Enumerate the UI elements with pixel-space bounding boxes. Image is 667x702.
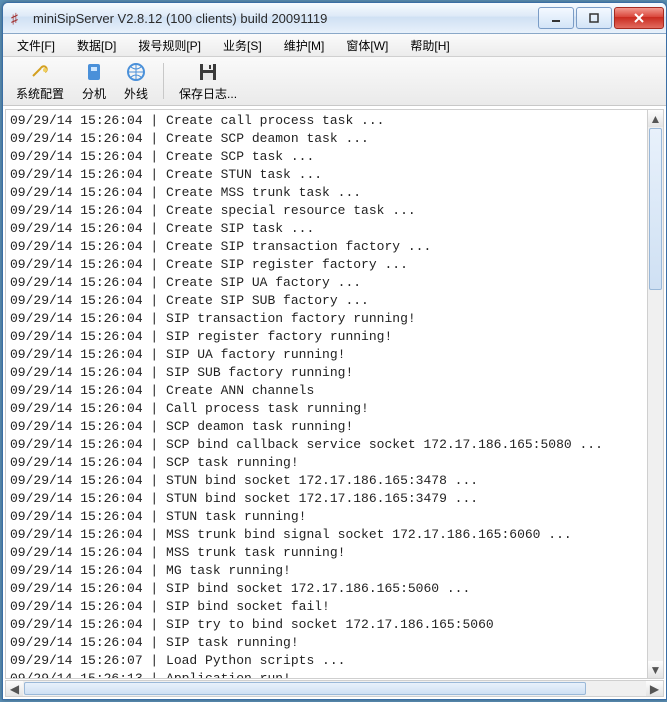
close-button[interactable] (614, 7, 664, 29)
scroll-right-icon[interactable]: ▶ (646, 681, 663, 696)
vscroll-thumb[interactable] (649, 128, 662, 290)
menu-file[interactable]: 文件[F] (7, 35, 65, 56)
phone-icon (84, 61, 104, 83)
app-icon: ♯ (11, 10, 27, 26)
menu-data[interactable]: 数据[D] (67, 35, 126, 56)
trunk-label: 外线 (124, 85, 148, 102)
vertical-scrollbar[interactable]: ▲ ▼ (647, 109, 664, 679)
save-log-button[interactable]: 保存日志... (170, 56, 246, 106)
globe-icon (126, 61, 146, 83)
menu-maintain[interactable]: 维护[M] (274, 35, 335, 56)
trunk-button[interactable]: 外线 (115, 56, 157, 106)
window-controls (538, 7, 664, 29)
log-text: 09/29/14 15:26:04 | Create call process … (6, 110, 663, 679)
log-area: 09/29/14 15:26:04 | Create call process … (3, 106, 666, 699)
hscroll-thumb[interactable] (24, 682, 586, 695)
toolbar-separator (163, 63, 164, 99)
scroll-up-icon[interactable]: ▲ (648, 110, 663, 127)
menu-window[interactable]: 窗体[W] (336, 35, 398, 56)
titlebar[interactable]: ♯ miniSipServer V2.8.12 (100 clients) bu… (3, 3, 666, 34)
extension-label: 分机 (82, 85, 106, 102)
scroll-left-icon[interactable]: ◀ (6, 681, 23, 696)
save-log-label: 保存日志... (179, 85, 237, 102)
extension-button[interactable]: 分机 (73, 56, 115, 106)
scroll-down-icon[interactable]: ▼ (648, 661, 663, 678)
menu-service[interactable]: 业务[S] (213, 35, 272, 56)
wrench-icon (29, 61, 51, 83)
menubar: 文件[F]数据[D]拨号规则[P]业务[S]维护[M]窗体[W]帮助[H] (3, 34, 666, 57)
sysconfig-button[interactable]: 系统配置 (7, 56, 73, 106)
floppy-icon (199, 61, 217, 83)
horizontal-scrollbar[interactable]: ◀ ▶ (5, 680, 664, 697)
maximize-button[interactable] (576, 7, 612, 29)
log-viewport[interactable]: 09/29/14 15:26:04 | Create call process … (5, 109, 664, 679)
app-window: ♯ miniSipServer V2.8.12 (100 clients) bu… (2, 2, 667, 700)
toolbar: 系统配置 分机 外线 保存日志... (3, 57, 666, 106)
sysconfig-label: 系统配置 (16, 85, 64, 102)
minimize-button[interactable] (538, 7, 574, 29)
menu-dialrule[interactable]: 拨号规则[P] (128, 35, 211, 56)
window-title: miniSipServer V2.8.12 (100 clients) buil… (33, 11, 538, 26)
menu-help[interactable]: 帮助[H] (400, 35, 459, 56)
